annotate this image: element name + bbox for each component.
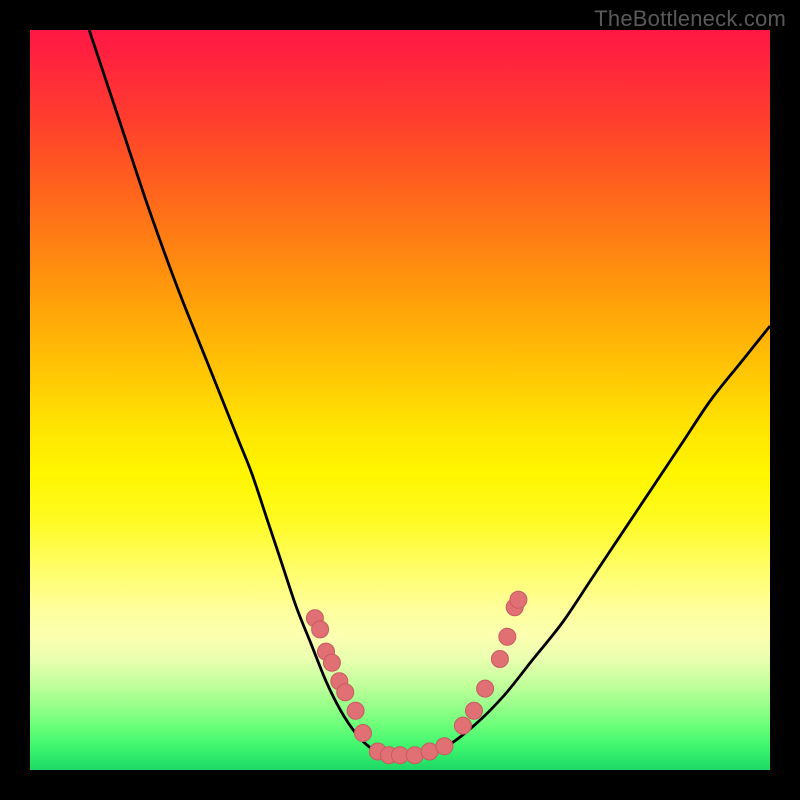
- curve-marker: [466, 702, 483, 719]
- curve-markers: [306, 591, 527, 763]
- curve-marker: [312, 621, 329, 638]
- plot-area: [30, 30, 770, 770]
- curve-marker: [337, 684, 354, 701]
- curve-marker: [510, 591, 527, 608]
- curve-marker: [347, 702, 364, 719]
- curve-marker: [323, 654, 340, 671]
- curve-marker: [454, 717, 471, 734]
- bottleneck-curve: [89, 30, 770, 756]
- curve-marker: [406, 747, 423, 764]
- curve-layer: [30, 30, 770, 770]
- curve-marker: [499, 628, 516, 645]
- curve-marker: [355, 725, 372, 742]
- curve-marker: [436, 738, 453, 755]
- chart-stage: TheBottleneck.com: [0, 0, 800, 800]
- curve-marker: [491, 651, 508, 668]
- curve-marker: [477, 680, 494, 697]
- watermark-text: TheBottleneck.com: [594, 6, 786, 32]
